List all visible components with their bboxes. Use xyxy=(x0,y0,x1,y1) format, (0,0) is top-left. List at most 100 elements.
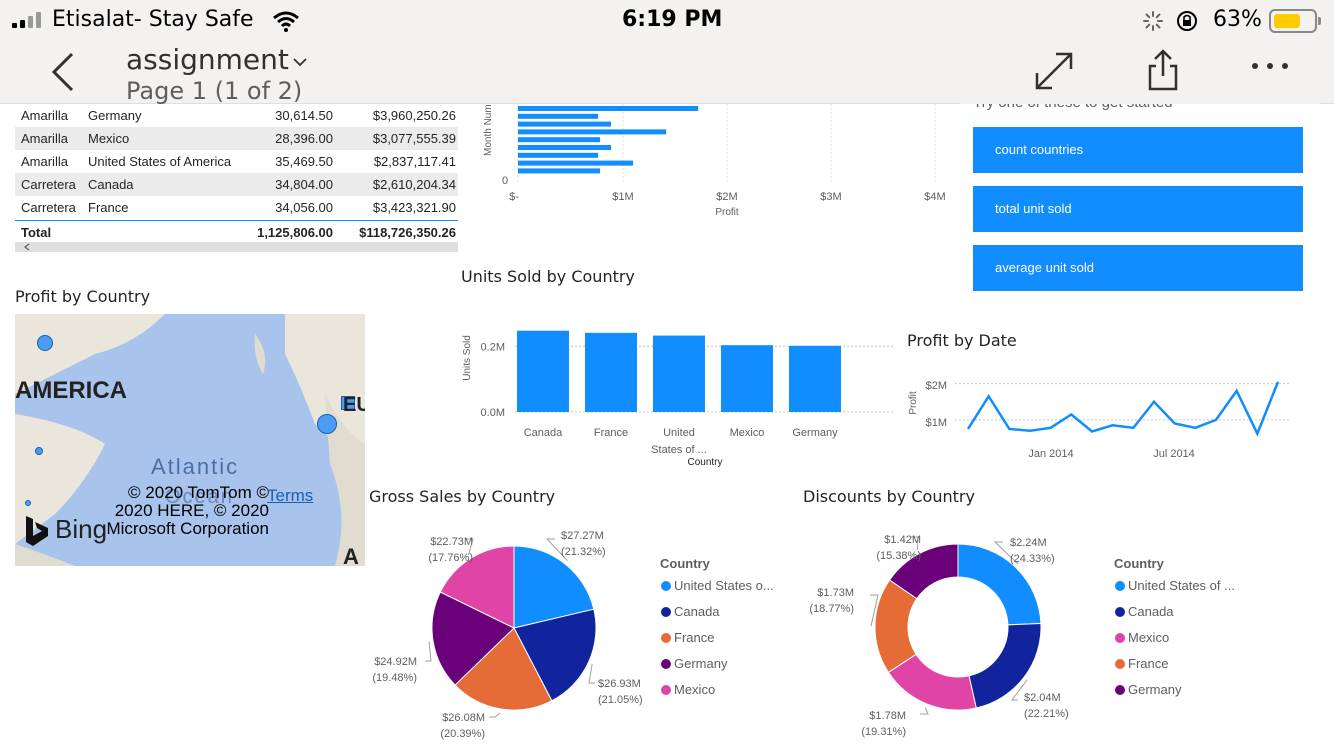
slice-value-label: $1.42M xyxy=(884,534,921,546)
y-axis-label: Month Num xyxy=(483,104,494,156)
slice-percent-label: (19.31%) xyxy=(861,726,906,738)
sales-table: Amarilla Germany 30,614.50 $3,960,250.26… xyxy=(0,104,460,254)
map-terms-link[interactable]: Terms xyxy=(267,486,313,506)
legend-item[interactable]: France xyxy=(661,630,714,645)
table-row[interactable]: Carretera Canada 34,804.00 $2,610,204.34 xyxy=(15,173,458,196)
chevron-left-icon[interactable] xyxy=(23,243,31,251)
x-axis-label: Country xyxy=(687,457,722,468)
slice-percent-label: (22.21%) xyxy=(1024,708,1069,720)
table-total-label: Total xyxy=(21,225,52,240)
wifi-icon xyxy=(273,11,299,32)
leader-line xyxy=(489,712,501,718)
legend-item[interactable]: Canada xyxy=(1115,604,1174,619)
bing-label: Bing xyxy=(55,514,108,544)
gross-sales-pie: $27.27M (21.32%) $26.93M (21.05%) $26.08M (20… xyxy=(372,530,643,740)
slice-value-label: $1.73M xyxy=(817,587,854,599)
table-row[interactable]: Amarilla Germany 30,614.50 $3,960,250.26 xyxy=(15,104,458,127)
battery-percent: 63% xyxy=(1213,7,1262,32)
slice-value-label: $1.78M xyxy=(869,710,906,722)
map-marker[interactable] xyxy=(35,447,43,455)
table-cell-country: Canada xyxy=(88,177,134,192)
bar[interactable] xyxy=(518,121,612,127)
legend-marker xyxy=(1115,581,1125,591)
more-options-icon[interactable] xyxy=(1248,61,1292,71)
bar[interactable] xyxy=(585,332,637,412)
slice-percent-label: (19.48%) xyxy=(372,672,417,684)
y-tick-label: 0.0M xyxy=(481,407,505,419)
profit-line[interactable] xyxy=(966,381,1280,437)
legend-item[interactable]: France xyxy=(1115,656,1168,671)
horizontal-scrollbar[interactable] xyxy=(15,242,458,252)
x-tick-label: Mexico xyxy=(730,427,765,439)
signal-icon xyxy=(12,12,46,28)
slice-value-label: $26.08M xyxy=(442,712,485,724)
legend-label: Germany xyxy=(1128,682,1182,697)
bing-logo-icon xyxy=(26,516,48,546)
legend-item[interactable]: Germany xyxy=(1115,682,1181,697)
table-cell-country: Germany xyxy=(88,108,142,123)
legend-marker xyxy=(661,659,671,669)
legend-item[interactable]: United States of ... xyxy=(1115,578,1235,593)
discounts-donut: $2.24M (24.33%) $2.04M (22.21%) $1.78M (19.31… xyxy=(809,534,1069,738)
legend-label: Canada xyxy=(674,604,720,619)
qa-suggestion-average-unit-sold[interactable]: average unit sold xyxy=(973,245,1303,291)
loading-icon xyxy=(1143,11,1163,31)
table-cell-segment: Amarilla xyxy=(21,108,68,123)
bar[interactable] xyxy=(518,137,601,143)
legend-item[interactable]: Mexico xyxy=(661,682,715,697)
map-marker[interactable] xyxy=(317,414,337,434)
x-tick-label: $1M xyxy=(612,191,633,203)
bar[interactable] xyxy=(518,160,634,166)
y-tick-label: 0 xyxy=(502,175,508,187)
expand-icon[interactable] xyxy=(1034,51,1074,91)
bar[interactable] xyxy=(518,145,612,150)
bar[interactable] xyxy=(518,113,599,119)
qa-suggestion-count-countries[interactable]: count countries xyxy=(973,127,1303,173)
bar[interactable] xyxy=(517,330,569,412)
y-tick-label: $2M xyxy=(926,380,947,392)
discount-legend-title: Country xyxy=(1114,556,1164,571)
units-chart-title: Units Sold by Country xyxy=(461,267,635,286)
chevron-down-icon[interactable] xyxy=(292,56,308,68)
bar[interactable] xyxy=(518,106,699,111)
profit-by-date-chart: Profit $2M $1M Jan 2014 Jul 2014 xyxy=(908,380,1290,460)
table-cell-gross: $3,423,321.90 xyxy=(372,200,456,215)
legend-item[interactable]: Mexico xyxy=(1115,630,1169,645)
profit-map[interactable]: AMERICA EU Atlantic Ocean A © 2020 TomTo… xyxy=(15,314,365,566)
profit-by-month-chart: Month Num 0 $- $1M $2M $3M $4M Profit xyxy=(483,104,946,218)
slice-percent-label: (21.05%) xyxy=(598,694,643,706)
bar[interactable] xyxy=(518,129,667,135)
bar[interactable] xyxy=(789,345,841,412)
slice-percent-label: (17.76%) xyxy=(428,552,473,564)
bar[interactable] xyxy=(518,152,599,158)
table-cell-country: Mexico xyxy=(88,131,130,146)
table-row[interactable]: Amarilla United States of America 35,469… xyxy=(15,150,458,173)
map-marker[interactable] xyxy=(25,500,31,506)
legend-label: United States o... xyxy=(674,578,774,593)
legend-item[interactable]: United States o... xyxy=(661,578,774,593)
units-sold-chart: 0.0M 0.2M Units Sold Canada France United St… xyxy=(462,330,895,468)
leader-line xyxy=(920,707,929,715)
back-icon[interactable] xyxy=(48,50,78,94)
map-label-eu: EU xyxy=(343,394,365,416)
bar[interactable] xyxy=(518,168,601,174)
x-tick-label: Canada xyxy=(524,427,563,439)
y-tick-label: $1M xyxy=(926,417,947,429)
x-axis-label: Profit xyxy=(715,207,739,218)
bars xyxy=(517,330,841,412)
y-tick-label: 0.2M xyxy=(481,341,505,353)
map-title: Profit by Country xyxy=(15,287,151,306)
legend-item[interactable]: Canada xyxy=(661,604,720,619)
map-label-atlantic: Atlantic xyxy=(151,454,240,479)
bar[interactable] xyxy=(653,335,705,412)
share-icon[interactable] xyxy=(1146,48,1180,92)
table-row[interactable]: Carretera France 34,056.00 $3,423,321.90 xyxy=(15,196,458,219)
legend-item[interactable]: Germany xyxy=(661,656,727,671)
map-marker[interactable] xyxy=(37,335,53,351)
table-cell-country: France xyxy=(88,200,129,215)
table-total-row: Total 1,125,806.00 $118,726,350.26 xyxy=(15,221,458,244)
table-row[interactable]: Amarilla Mexico 28,396.00 $3,077,555.39 xyxy=(15,127,458,150)
qa-suggestion-total-unit-sold[interactable]: total unit sold xyxy=(973,186,1303,232)
report-title[interactable]: assignment xyxy=(126,43,289,76)
bar[interactable] xyxy=(721,345,773,412)
